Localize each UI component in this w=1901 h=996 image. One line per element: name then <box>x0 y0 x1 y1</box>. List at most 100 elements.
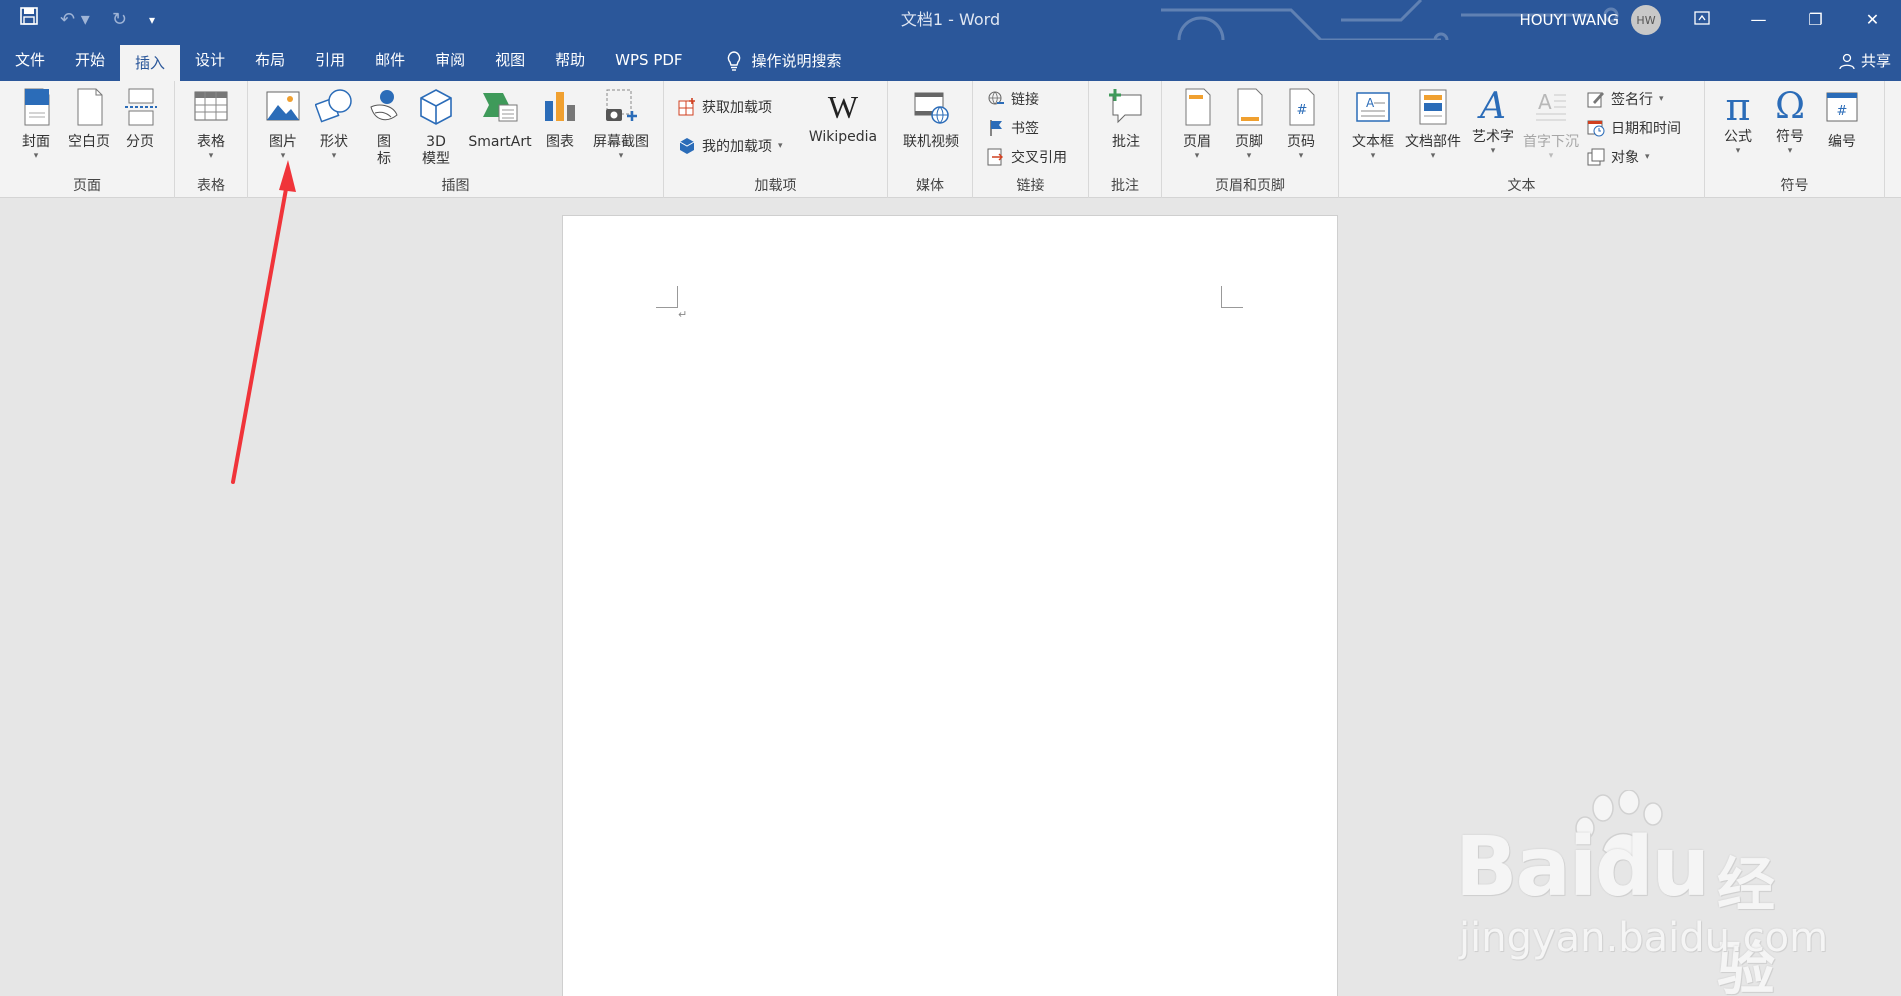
tab-file[interactable]: 文件 <box>0 40 60 81</box>
minimize-icon[interactable]: — <box>1730 0 1787 40</box>
chevron-down-icon: ▾ <box>1298 151 1304 161</box>
chevron-down-icon: ▾ <box>1370 151 1376 161</box>
get-addins-button[interactable]: 获取加载项 <box>678 97 772 117</box>
wikipedia-button[interactable]: W Wikipedia <box>802 87 884 146</box>
comment-button[interactable]: 批注 <box>1103 87 1149 151</box>
blank-page-icon <box>77 88 103 126</box>
comment-icon <box>1109 89 1142 124</box>
link-label: 链接 <box>1011 92 1039 108</box>
share-button[interactable]: 共享 <box>1839 40 1891 81</box>
user-account[interactable]: HOUYI WANG HW <box>1519 0 1661 40</box>
blank-page-button[interactable]: 空白页 <box>64 87 114 151</box>
group-illustrations: 图片 ▾ 形状 ▾ 图 标 3D 模型 SmartArt 图表 屏幕截图 ▾ 插… <box>248 81 664 198</box>
quick-parts-icon <box>1419 89 1447 125</box>
my-addins-button[interactable]: 我的加载项 ▾ <box>678 136 783 156</box>
screenshot-label: 屏幕截图 <box>593 134 649 150</box>
calendar-clock-icon <box>1587 120 1605 137</box>
3d-models-button[interactable]: 3D 模型 <box>414 87 458 168</box>
footer-button[interactable]: 页脚 ▾ <box>1228 87 1270 161</box>
wordart-button[interactable]: A 艺术字 ▾ <box>1469 87 1517 157</box>
tab-mailings[interactable]: 邮件 <box>360 40 420 81</box>
tab-home[interactable]: 开始 <box>60 40 120 81</box>
user-name: HOUYI WANG <box>1519 11 1619 29</box>
customize-qat-icon[interactable]: ▾ <box>149 0 155 40</box>
3d-models-label-line1: 3D <box>426 134 446 150</box>
svg-text:A: A <box>1538 90 1552 114</box>
group-pages-label: 页面 <box>73 178 101 194</box>
page-break-button[interactable]: 分页 <box>118 87 162 151</box>
online-video-button[interactable]: 联机视频 <box>896 87 966 151</box>
bookmark-button[interactable]: 书签 <box>987 118 1039 138</box>
text-box-icon: A <box>1356 92 1390 122</box>
date-time-button[interactable]: 日期和时间 <box>1587 118 1681 138</box>
link-button[interactable]: 链接 <box>987 89 1039 109</box>
share-label: 共享 <box>1860 52 1891 70</box>
watermark-brand-du: du <box>1594 820 1710 915</box>
addins-icon <box>679 138 695 154</box>
chart-button[interactable]: 图表 <box>540 87 580 151</box>
smartart-icon <box>483 93 518 122</box>
store-icon <box>678 98 695 116</box>
icons-button[interactable]: 图 标 <box>364 87 404 168</box>
icons-icon <box>370 90 398 121</box>
table-button[interactable]: 表格 ▾ <box>187 87 235 161</box>
smartart-button[interactable]: SmartArt <box>466 87 534 151</box>
online-video-label: 联机视频 <box>903 134 959 150</box>
tab-references[interactable]: 引用 <box>300 40 360 81</box>
cross-reference-icon <box>987 148 1003 166</box>
header-button[interactable]: 页眉 ▾ <box>1176 87 1218 161</box>
text-box-button[interactable]: A 文本框 ▾ <box>1349 87 1397 161</box>
tell-me-search[interactable]: 操作说明搜索 <box>698 40 842 81</box>
tab-insert[interactable]: 插入 <box>120 45 181 81</box>
symbol-label: 符号 <box>1776 129 1804 145</box>
redo-icon[interactable]: ↻ <box>112 0 127 40</box>
table-label: 表格 <box>197 134 225 150</box>
number-button[interactable]: # 编号 <box>1821 87 1863 151</box>
equation-button[interactable]: π 公式 ▾ <box>1717 87 1759 156</box>
comment-label: 批注 <box>1112 134 1140 150</box>
tab-help[interactable]: 帮助 <box>540 40 600 81</box>
avatar[interactable]: HW <box>1631 5 1661 35</box>
signature-line-button[interactable]: 签名行 ▾ <box>1587 89 1664 109</box>
symbol-button[interactable]: Ω 符号 ▾ <box>1769 86 1811 157</box>
baidu-watermark: Baidu 经验 jingyan.baidu.com <box>1455 790 1828 996</box>
omega-icon: Ω <box>1775 86 1805 127</box>
group-text: A 文本框 ▾ 文档部件 ▾ A 艺术字 ▾ A 首字下沉 ▾ 签名行 ▾ 日期… <box>1339 81 1705 198</box>
cover-page-button[interactable]: 封面 ▾ <box>14 87 58 161</box>
tab-wps-pdf[interactable]: WPS PDF <box>600 40 697 81</box>
chevron-down-icon: ▾ <box>1645 152 1650 162</box>
screenshot-button[interactable]: 屏幕截图 ▾ <box>588 87 654 161</box>
group-media-label: 媒体 <box>916 178 944 194</box>
chevron-down-icon: ▾ <box>33 151 39 161</box>
document-page[interactable]: ↵ <box>562 215 1338 996</box>
group-pages: 封面 ▾ 空白页 分页 页面 <box>0 81 175 198</box>
tab-design[interactable]: 设计 <box>180 40 240 81</box>
page-number-button[interactable]: # 页码 ▾ <box>1280 87 1322 161</box>
chart-icon <box>545 92 575 121</box>
lightbulb-icon <box>727 50 740 71</box>
tab-view[interactable]: 视图 <box>480 40 540 81</box>
close-icon[interactable]: ✕ <box>1844 0 1901 40</box>
header-icon <box>1185 88 1211 126</box>
cover-page-icon <box>24 88 50 126</box>
shapes-label: 形状 <box>320 134 348 150</box>
restore-icon[interactable]: ❐ <box>1787 0 1844 40</box>
tab-review[interactable]: 审阅 <box>420 40 480 81</box>
tab-layout[interactable]: 布局 <box>240 40 300 81</box>
shapes-icon <box>314 89 352 123</box>
ribbon-display-options-icon[interactable] <box>1673 0 1730 40</box>
signature-icon <box>1587 92 1604 108</box>
undo-icon[interactable]: ↶ ▾ <box>60 0 90 40</box>
object-button[interactable]: 对象 ▾ <box>1587 147 1650 167</box>
chevron-down-icon: ▾ <box>618 151 624 161</box>
chevron-down-icon: ▾ <box>208 151 214 161</box>
cross-reference-button[interactable]: 交叉引用 <box>987 147 1067 167</box>
save-icon[interactable] <box>20 0 38 40</box>
pictures-button[interactable]: 图片 ▾ <box>261 87 305 161</box>
group-links-label: 链接 <box>1016 178 1045 194</box>
shapes-button[interactable]: 形状 ▾ <box>312 87 356 161</box>
date-time-label: 日期和时间 <box>1611 121 1681 137</box>
quick-parts-button[interactable]: 文档部件 ▾ <box>1401 87 1465 161</box>
title-bar: ↶ ▾ ↻ ▾ 文档1 - Word HOUYI WANG HW — ❐ ✕ <box>0 0 1901 80</box>
drop-cap-button[interactable]: A 首字下沉 ▾ <box>1519 87 1583 161</box>
